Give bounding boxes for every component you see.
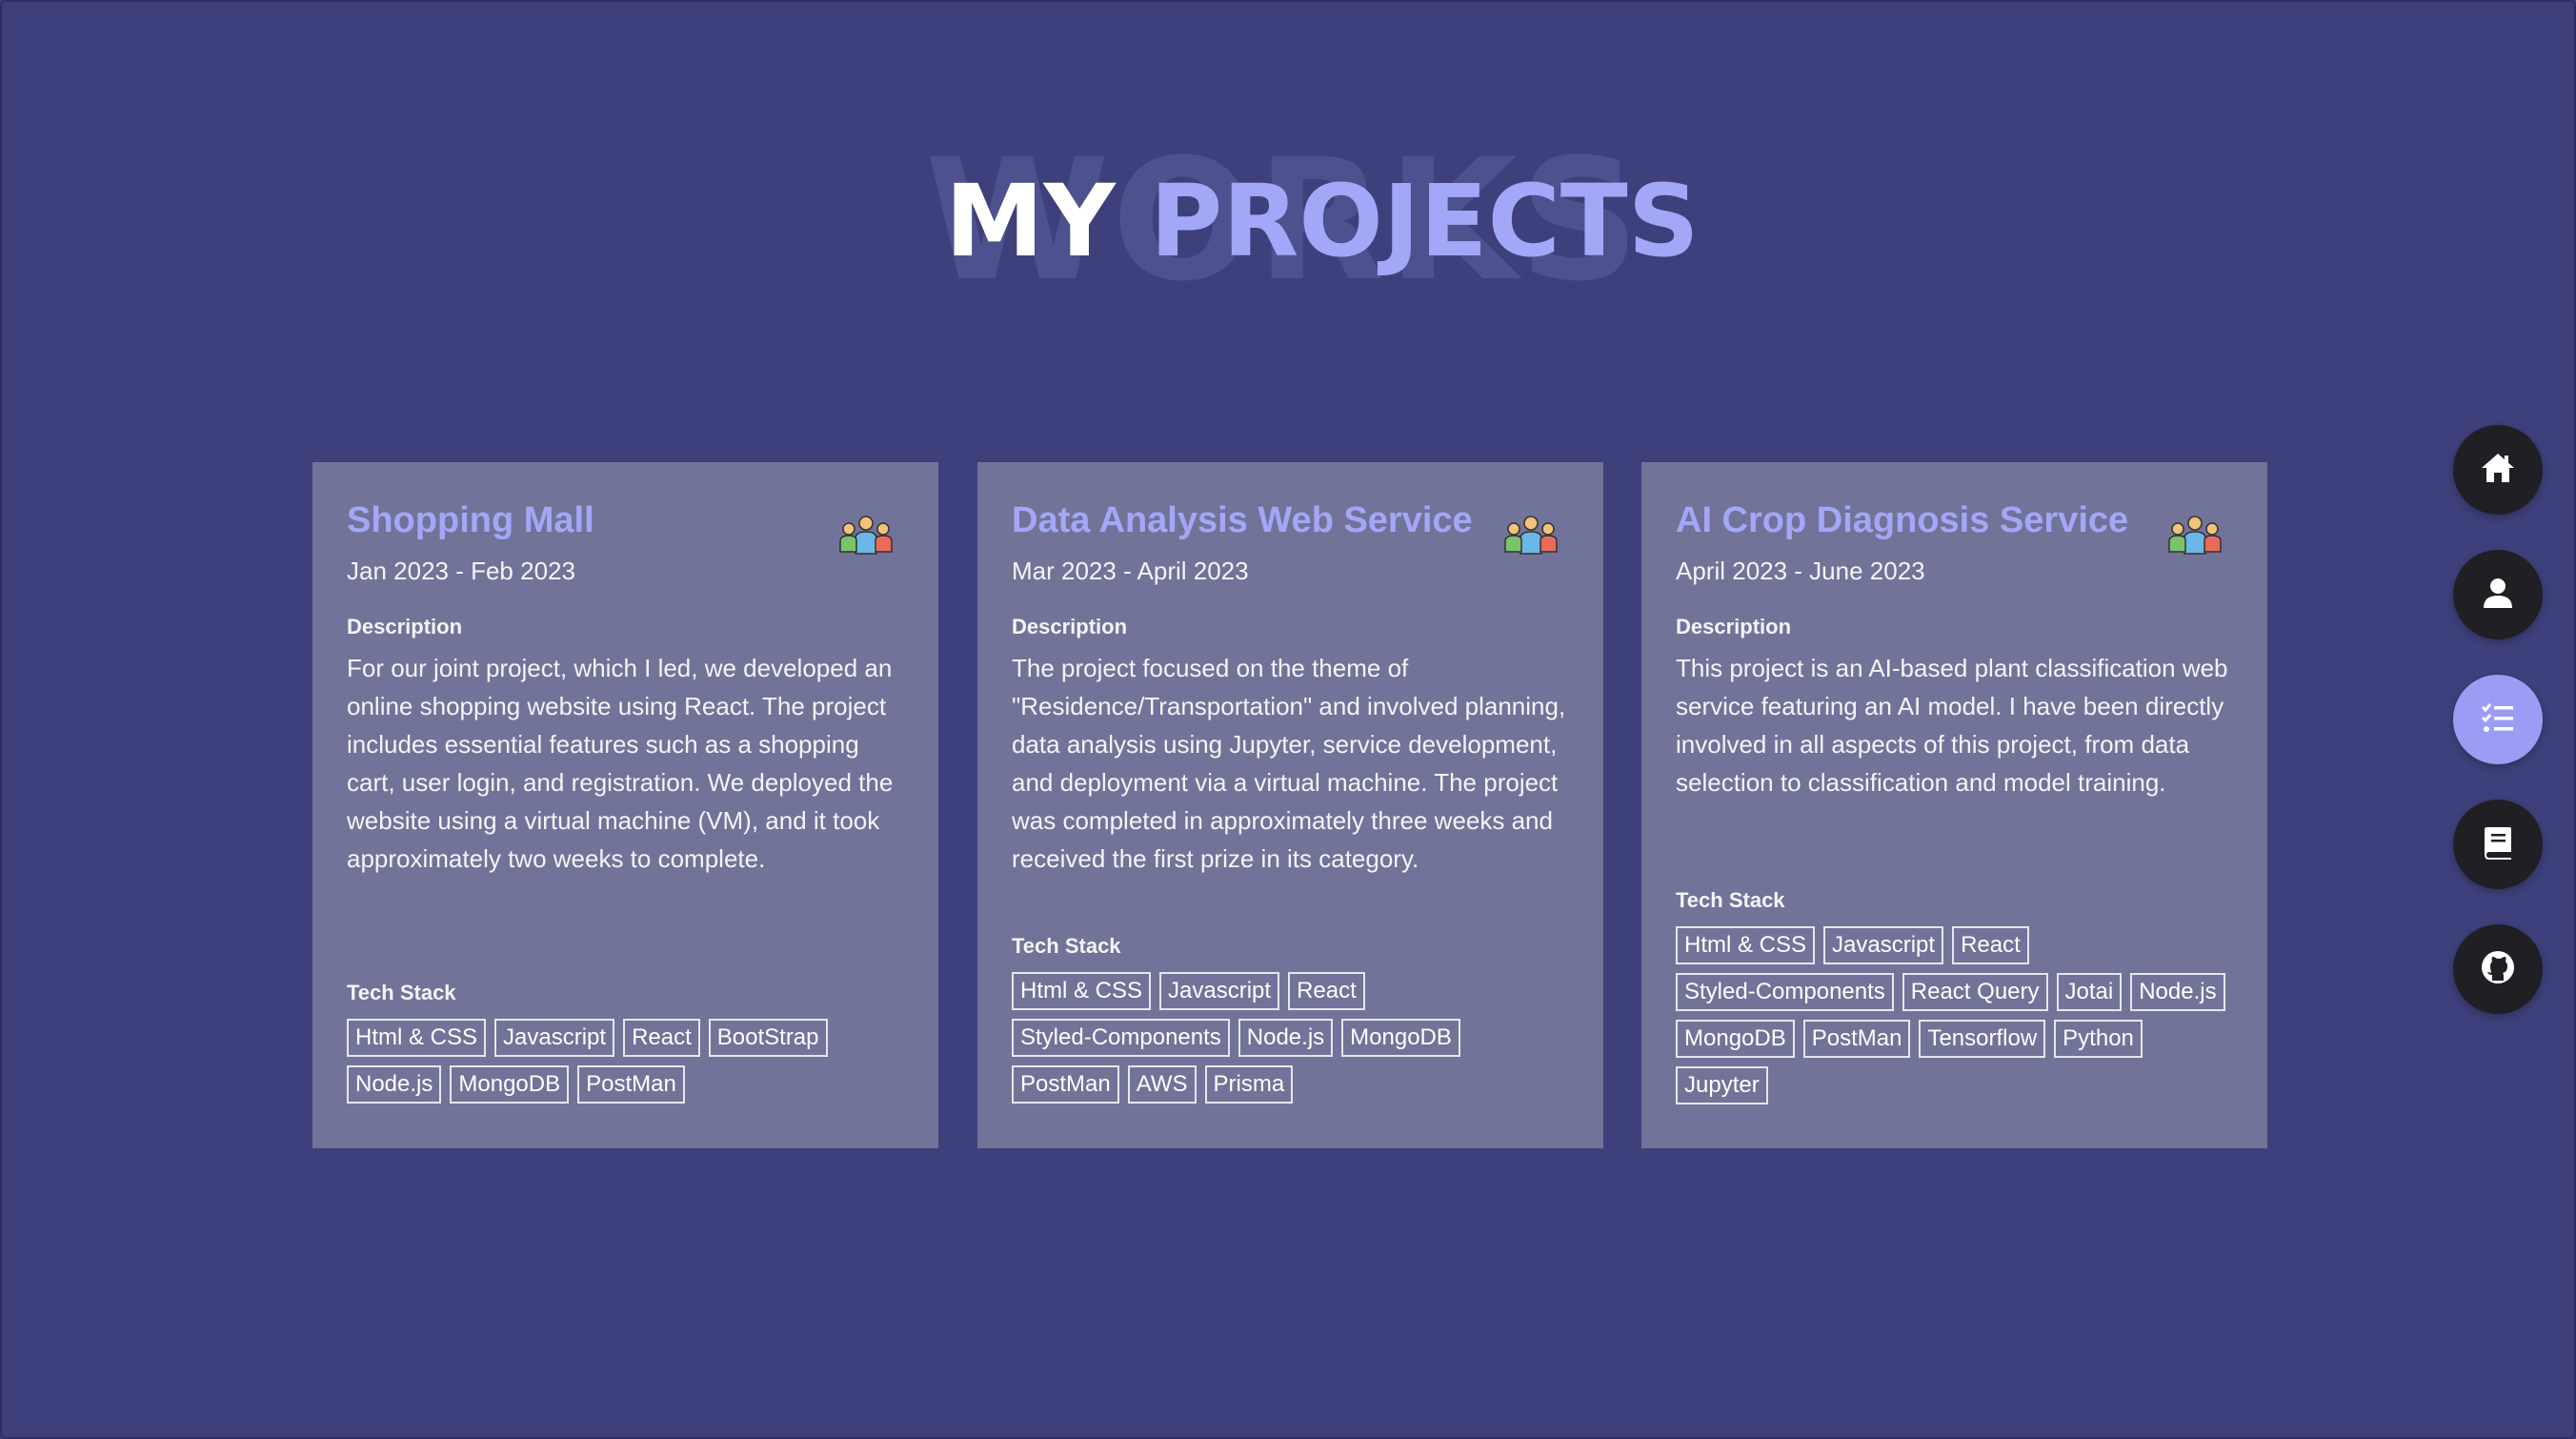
page: WORKS MY PROJECTS Shopping Mall Jan 2023…: [0, 0, 2576, 1439]
tech-tag: Node.js: [1238, 1019, 1334, 1057]
tech-tag: Jupyter: [1676, 1066, 1768, 1105]
project-date: Jan 2023 - Feb 2023: [347, 557, 575, 585]
tech-tag: Html & CSS: [347, 1019, 487, 1057]
tech-tag: Node.js: [347, 1065, 442, 1104]
tech-tags: Html & CSS Javascript React BootStrap No…: [347, 1019, 904, 1104]
home-icon: [2479, 449, 2517, 492]
title-part-2: PROJECTS: [1150, 163, 1700, 279]
project-description: For our joint project, which I led, we d…: [347, 654, 894, 873]
tech-tags: Html & CSS Javascript React Styled-Compo…: [1012, 972, 1569, 1104]
team-icon: [1502, 512, 1560, 559]
tech-tag: Html & CSS: [1012, 972, 1152, 1010]
nav-github-button[interactable]: [2453, 924, 2543, 1014]
nav-projects-button[interactable]: [2453, 675, 2543, 764]
tech-tag: AWS: [1127, 1065, 1197, 1104]
tech-tag: BootStrap: [708, 1019, 828, 1057]
tech-stack-label: Tech Stack: [1676, 888, 1785, 912]
nav-blog-button[interactable]: [2453, 800, 2543, 889]
nav-home-button[interactable]: [2453, 425, 2543, 515]
team-icon: [2166, 512, 2224, 559]
team-icon: [837, 512, 895, 559]
tech-tag: MongoDB: [1676, 1020, 1795, 1058]
nav-profile-button[interactable]: [2453, 550, 2543, 639]
tech-stack-label: Tech Stack: [347, 981, 456, 1004]
title-part-1: MY: [945, 163, 1116, 279]
project-card-ai-crop[interactable]: AI Crop Diagnosis Service April 2023 - J…: [1641, 462, 2267, 1148]
page-title: MY PROJECTS: [945, 164, 1700, 278]
tech-stack: Tech Stack Html & CSS Javascript React S…: [1012, 932, 1569, 1104]
description-label: Description: [1676, 615, 1792, 638]
tech-tag: React: [1952, 926, 2029, 964]
tech-tag: React: [1288, 972, 1365, 1010]
list-icon: [2479, 699, 2517, 741]
book-icon: [2479, 823, 2517, 866]
section-header: WORKS MY PROJECTS: [2, 126, 2576, 316]
tech-tag: Node.js: [2130, 973, 2225, 1011]
tech-tags: Html & CSS Javascript React Styled-Compo…: [1676, 926, 2233, 1105]
description-label: Description: [347, 615, 463, 638]
project-title: AI Crop Diagnosis Service: [1676, 500, 2129, 540]
tech-tag: Javascript: [494, 1019, 615, 1057]
project-card-shopping-mall[interactable]: Shopping Mall Jan 2023 - Feb 2023 Descri…: [312, 462, 938, 1148]
tech-tag: React Query: [1902, 973, 2048, 1011]
project-description: This project is an AI-based plant classi…: [1676, 654, 2228, 797]
tech-tag: MongoDB: [450, 1065, 570, 1104]
tech-tag: React: [623, 1019, 700, 1057]
tech-tag: Javascript: [1159, 972, 1280, 1010]
github-icon: [2479, 948, 2517, 991]
tech-tag: Styled-Components: [1676, 973, 1894, 1011]
tech-stack: Tech Stack Html & CSS Javascript React B…: [347, 979, 904, 1104]
user-icon: [2479, 574, 2517, 617]
project-card-data-analysis[interactable]: Data Analysis Web Service Mar 2023 - Apr…: [977, 462, 1603, 1148]
tech-tag: PostMan: [577, 1065, 685, 1104]
side-nav: [2453, 425, 2543, 1049]
project-title: Shopping Mall: [347, 500, 594, 540]
tech-tag: PostMan: [1012, 1065, 1119, 1104]
tech-tag: Tensorflow: [1919, 1020, 2046, 1058]
tech-tag: Javascript: [1823, 926, 1944, 964]
tech-tag: MongoDB: [1341, 1019, 1460, 1057]
project-description: The project focused on the theme of "Res…: [1012, 654, 1566, 873]
tech-tag: Html & CSS: [1676, 926, 1816, 964]
description-label: Description: [1012, 615, 1128, 638]
tech-stack-label: Tech Stack: [1012, 934, 1121, 958]
project-date: April 2023 - June 2023: [1676, 557, 1925, 585]
project-date: Mar 2023 - April 2023: [1012, 557, 1249, 585]
tech-tag: Prisma: [1204, 1065, 1294, 1104]
tech-tag: Jotai: [2056, 973, 2123, 1011]
tech-tag: PostMan: [1802, 1020, 1911, 1058]
tech-stack: Tech Stack Html & CSS Javascript React S…: [1676, 886, 2233, 1105]
project-title: Data Analysis Web Service: [1012, 500, 1473, 540]
tech-tag: Python: [2054, 1020, 2143, 1058]
tech-tag: Styled-Components: [1012, 1019, 1230, 1057]
